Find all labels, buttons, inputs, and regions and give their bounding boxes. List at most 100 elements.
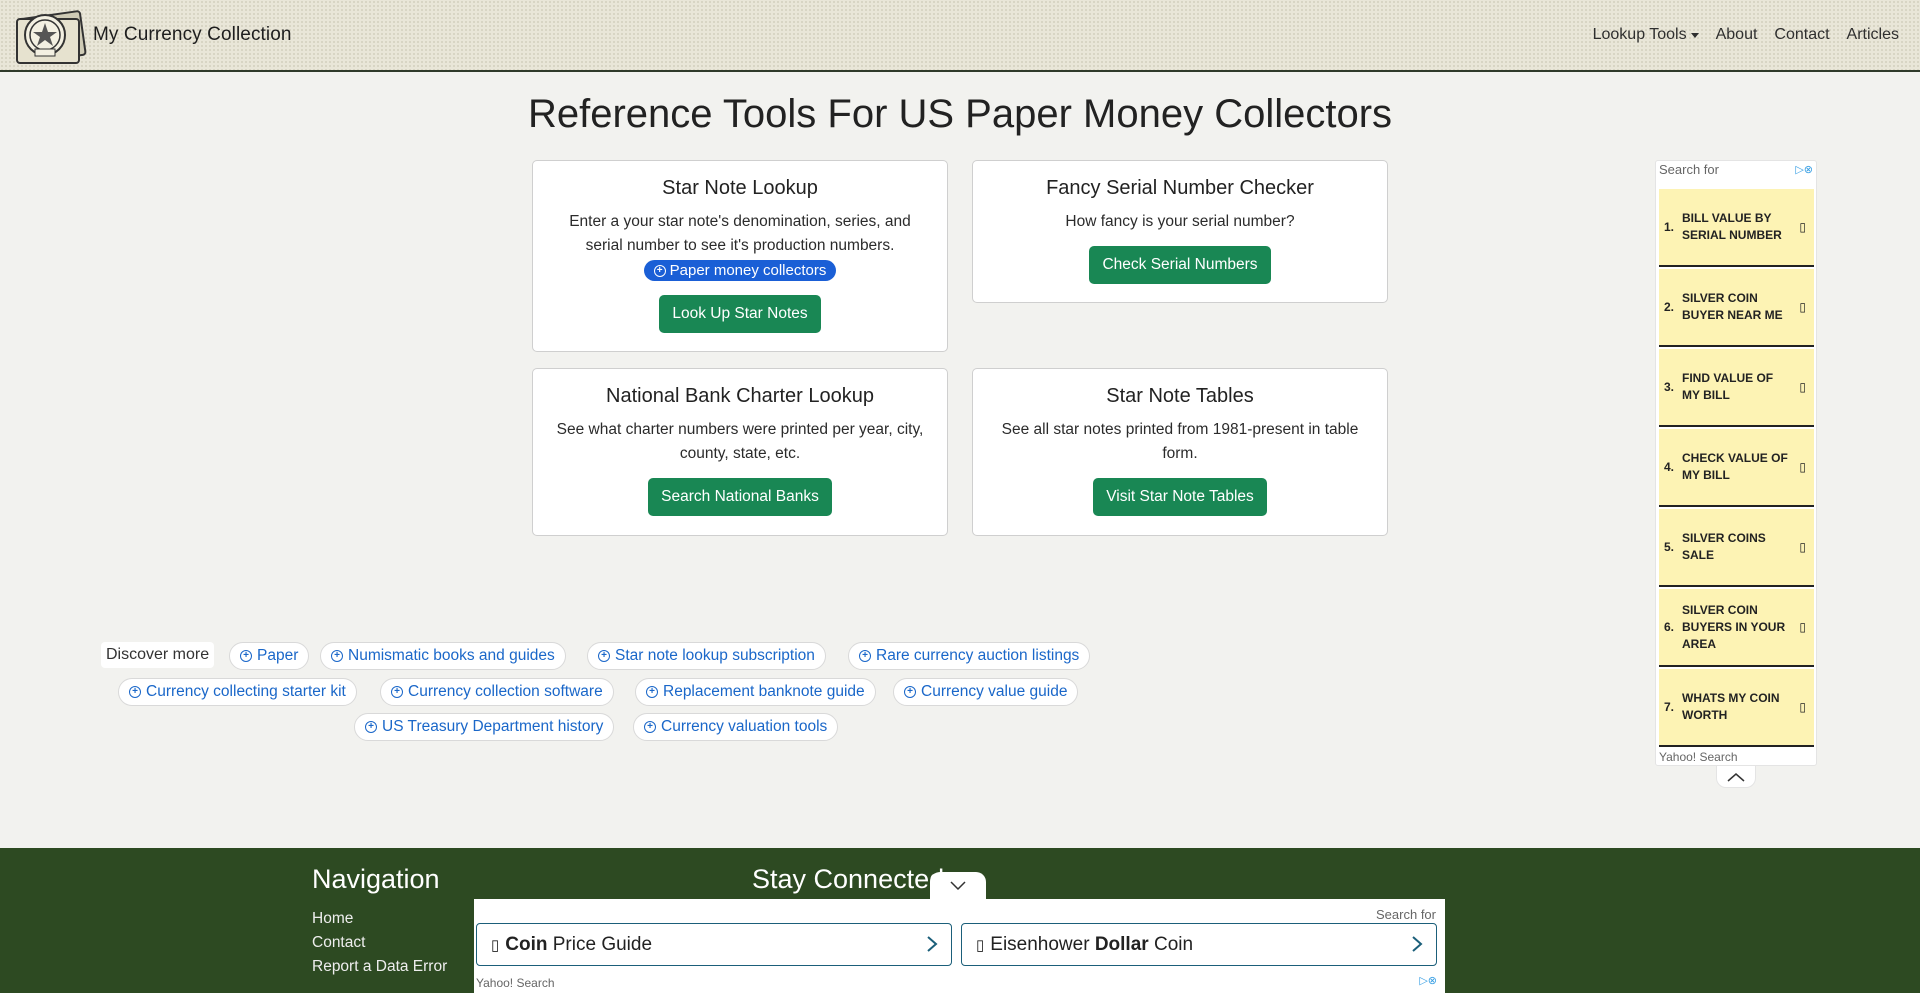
look-up-star-notes-button[interactable]: Look Up Star Notes: [659, 295, 821, 333]
ad-number: 7.: [1664, 700, 1675, 714]
discover-chip[interactable]: + Rare currency auction listings: [848, 642, 1091, 670]
ad-text: CHECK VALUE OF MY BILL: [1682, 451, 1788, 482]
chevron-right-icon: ▯: [1799, 300, 1806, 314]
ad-link[interactable]: 3. FIND VALUE OF MY BILL ▯: [1659, 349, 1814, 427]
plus-circle-icon: +: [653, 264, 666, 277]
nav-lookup-tools-dropdown[interactable]: Lookup Tools: [1593, 26, 1699, 44]
footer-link-contact[interactable]: Contact: [312, 934, 365, 952]
ad-link[interactable]: 1. BILL VALUE BY SERIAL NUMBER ▯: [1659, 189, 1814, 267]
card-description: How fancy is your serial number?: [1065, 213, 1295, 230]
discover-more-label: Discover more: [101, 642, 215, 668]
ad-number: 6.: [1664, 620, 1675, 634]
chip-label: Replacement banknote guide: [663, 683, 865, 700]
ad-text: BILL VALUE BY SERIAL NUMBER: [1682, 211, 1782, 242]
yahoo-search-label: Yahoo! Search: [476, 976, 555, 990]
chevron-right-icon: ▯: [1799, 380, 1806, 394]
card-description: Enter a your star note's denomination, s…: [569, 213, 911, 254]
plus-circle-icon: +: [331, 650, 343, 662]
chevron-right-icon: [1412, 936, 1423, 952]
brand-link[interactable]: My Currency Collection: [13, 5, 292, 65]
discover-chip[interactable]: + Currency valuation tools: [633, 713, 839, 741]
ad-keyword: Coin: [505, 933, 548, 955]
currency-logo-icon: [13, 5, 87, 65]
plus-circle-icon: +: [598, 650, 610, 662]
nav-lookup-tools-label: Lookup Tools: [1592, 26, 1687, 43]
ad-link[interactable]: ▯ Coin Price Guide: [476, 923, 952, 966]
check-serial-numbers-button[interactable]: Check Serial Numbers: [1089, 246, 1271, 284]
footer-navigation-title: Navigation: [312, 864, 440, 894]
plus-circle-icon: +: [644, 721, 656, 733]
chevron-right-icon: ▯: [1799, 220, 1806, 234]
chip-label: US Treasury Department history: [382, 718, 604, 735]
chip-label: Currency value guide: [921, 683, 1068, 700]
ad-search-for-label: Search for: [1376, 907, 1436, 922]
topic-pill[interactable]: + Paper money collectors: [643, 260, 837, 281]
chevron-right-icon: ▯: [1799, 700, 1806, 714]
nav-about[interactable]: About: [1716, 26, 1758, 44]
adchoices-icon[interactable]: ▷⊗: [1795, 163, 1813, 176]
ad-link[interactable]: 4. CHECK VALUE OF MY BILL ▯: [1659, 429, 1814, 507]
plus-circle-icon: +: [365, 721, 377, 733]
bottom-search-ad: Search for ▯ Coin Price Guide ▯ Eisenhow…: [474, 899, 1445, 993]
ad-link[interactable]: 7. WHATS MY COIN WORTH ▯: [1659, 669, 1814, 747]
ad-link[interactable]: 2. SILVER COIN BUYER NEAR ME ▯: [1659, 269, 1814, 347]
ad-text: FIND VALUE OF MY BILL: [1682, 371, 1774, 402]
discover-chip[interactable]: + Numismatic books and guides: [320, 642, 566, 670]
ad-search-for-label: Search for: [1659, 162, 1719, 177]
plus-circle-icon: +: [129, 686, 141, 698]
chip-label: Numismatic books and guides: [348, 647, 555, 664]
chevron-right-icon: [927, 936, 938, 952]
ad-text: SILVER COIN BUYERS IN YOUR AREA: [1682, 602, 1786, 651]
ad-number: 2.: [1664, 300, 1675, 314]
side-search-ad: Search for ▷⊗ 1. BILL VALUE BY SERIAL NUM…: [1655, 160, 1817, 766]
search-icon: ▯: [976, 936, 985, 954]
plus-circle-icon: +: [391, 686, 403, 698]
ad-link[interactable]: 6. SILVER COIN BUYERS IN YOUR AREA ▯: [1659, 589, 1814, 667]
plus-circle-icon: +: [904, 686, 916, 698]
discover-chip[interactable]: + US Treasury Department history: [354, 713, 615, 741]
nav-articles[interactable]: Articles: [1847, 26, 1899, 44]
ad-text: Eisenhower: [990, 933, 1095, 955]
visit-star-note-tables-button[interactable]: Visit Star Note Tables: [1093, 478, 1267, 516]
discover-chip[interactable]: + Star note lookup subscription: [587, 642, 826, 670]
ad-number: 1.: [1664, 220, 1675, 234]
footer-link-report-error[interactable]: Report a Data Error: [312, 958, 447, 976]
ad-number: 4.: [1664, 460, 1675, 474]
caret-down-icon: [1690, 32, 1699, 38]
ad-link[interactable]: ▯ Eisenhower Dollar Coin: [961, 923, 1437, 966]
adchoices-icon[interactable]: ▷⊗: [1419, 974, 1437, 987]
card-title: National Bank Charter Lookup: [606, 385, 874, 407]
side-ad-collapse-button[interactable]: [1716, 766, 1756, 788]
chip-label: Currency collection software: [408, 683, 603, 700]
card-description: See all star notes printed from 1981-pre…: [1001, 421, 1359, 462]
chip-label: Currency collecting starter kit: [146, 683, 346, 700]
discover-chip[interactable]: + Currency collecting starter kit: [118, 678, 357, 706]
discover-chip[interactable]: + Replacement banknote guide: [635, 678, 876, 706]
nav-contact[interactable]: Contact: [1774, 26, 1829, 44]
discover-chip[interactable]: + Paper: [229, 642, 310, 670]
search-icon: ▯: [491, 936, 500, 954]
discover-chip[interactable]: + Currency value guide: [893, 678, 1079, 706]
plus-circle-icon: +: [859, 650, 871, 662]
bottom-ad-collapse-button[interactable]: [930, 872, 986, 900]
nav-links: Lookup Tools About Contact Articles: [1593, 0, 1899, 70]
brand-name: My Currency Collection: [93, 24, 292, 45]
top-navbar: My Currency Collection Lookup Tools Abou…: [0, 0, 1920, 72]
chevron-right-icon: ▯: [1799, 460, 1806, 474]
plus-circle-icon: +: [240, 650, 252, 662]
ad-number: 3.: [1664, 380, 1675, 394]
chip-label: Star note lookup subscription: [615, 647, 815, 664]
chip-label: Rare currency auction listings: [876, 647, 1080, 664]
chip-label: Currency valuation tools: [661, 718, 828, 735]
discover-chip[interactable]: + Currency collection software: [380, 678, 614, 706]
card-title: Star Note Lookup: [662, 177, 818, 199]
ad-link[interactable]: 5. SILVER COINS SALE ▯: [1659, 509, 1814, 587]
ad-text: SILVER COIN BUYER NEAR ME: [1682, 291, 1783, 322]
footer-stay-connected-title: Stay Connected: [752, 864, 945, 894]
plus-circle-icon: +: [646, 686, 658, 698]
page-title: Reference Tools For US Paper Money Colle…: [527, 92, 1393, 136]
footer-link-home[interactable]: Home: [312, 910, 353, 928]
card-national-bank: National Bank Charter Lookup See what ch…: [532, 368, 948, 536]
search-national-banks-button[interactable]: Search National Banks: [648, 478, 832, 516]
chevron-right-icon: ▯: [1799, 620, 1806, 634]
